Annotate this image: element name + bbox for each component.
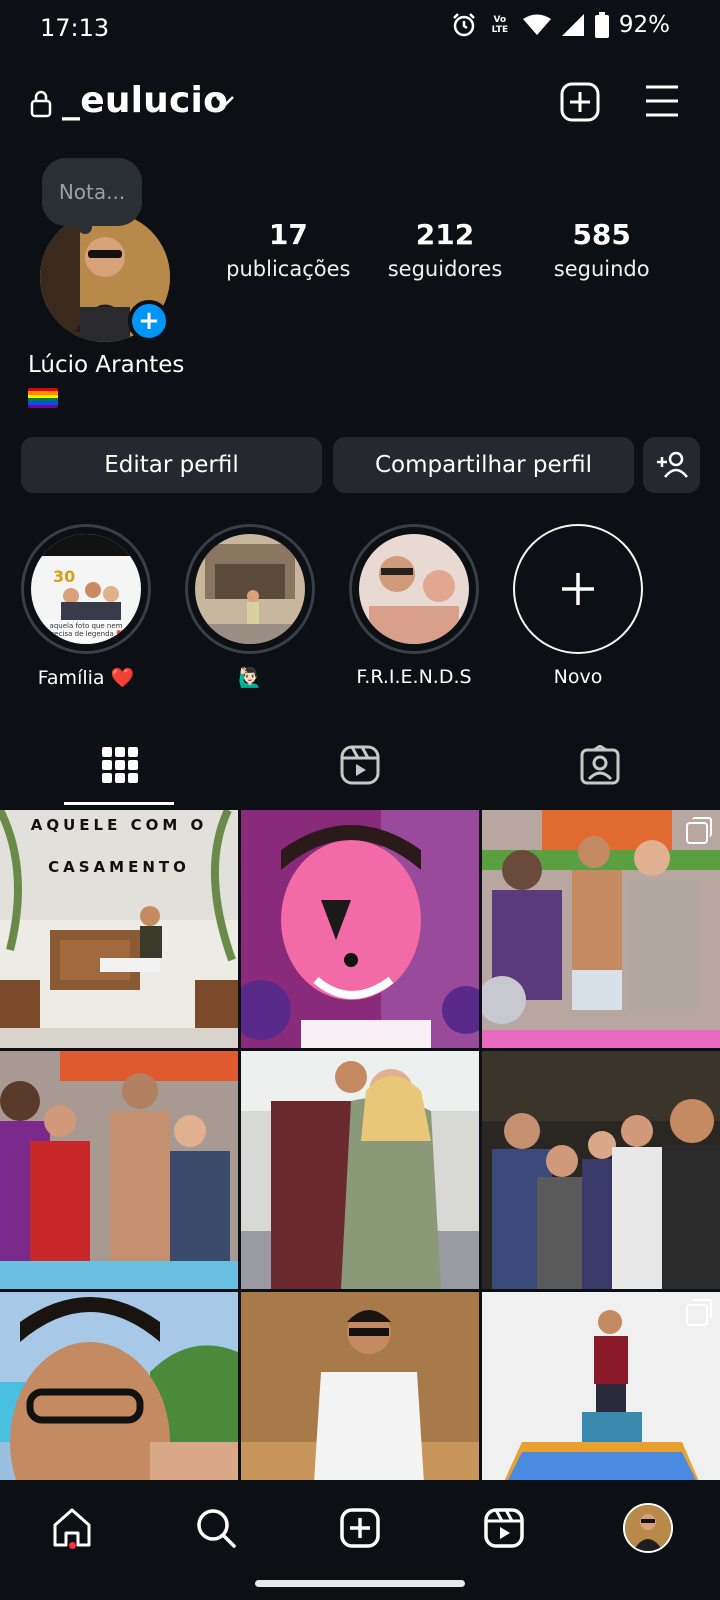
new-post-icon[interactable] [560,82,600,126]
profile-stats: 17 publicações 212 seguidores 585 seguin… [210,218,680,281]
profile-full-name: Lúcio Arantes [28,352,185,378]
status-icons: Vo LTE 92% [451,12,670,38]
stat-followers[interactable]: 212 seguidores [367,218,524,281]
grid-icon [102,747,138,783]
svg-text:30: 30 [53,567,75,586]
nav-home[interactable] [42,1498,102,1558]
username[interactable]: _eulucio [62,80,228,121]
highlight-cover [359,534,469,644]
menu-icon[interactable] [644,84,680,122]
rainbow-flag-icon [28,388,58,408]
highlight-cover-caption: aquela foto que nem precisa de legenda ❤… [47,622,125,638]
stat-followers-label: seguidores [387,257,503,281]
add-person-icon [656,451,688,478]
stat-following[interactable]: 585 seguindo [523,218,680,281]
add-story-button[interactable]: + [128,300,170,342]
lock-icon [30,90,52,122]
highlight-person[interactable]: 🙋🏻‍♂️ [180,524,320,689]
tab-grid[interactable] [0,725,240,805]
alarm-icon [451,12,477,38]
tagged-icon [580,745,620,785]
highlight-label: Família ❤️ [37,667,135,689]
highlight-familia[interactable]: 30 aquela foto que nem precisa de legend… [16,524,156,689]
nav-profile[interactable] [618,1498,678,1558]
battery-percent: 92% [618,12,670,38]
home-indicator[interactable] [255,1580,465,1587]
volte-icon: Vo LTE [491,15,509,35]
post-thumbnail[interactable] [482,810,720,1048]
stat-posts[interactable]: 17 publicações [210,218,367,281]
profile-header: _eulucio [0,70,720,138]
posts-grid: AQUELE COM O CASAMENTO [0,810,720,1530]
status-time: 17:13 [40,14,110,42]
battery-icon [594,12,609,38]
wifi-icon [522,14,551,36]
multiple-photos-icon [686,1299,712,1326]
nav-search[interactable] [186,1498,246,1558]
story-highlights: 30 aquela foto que nem precisa de legend… [0,524,720,694]
stat-posts-label: publicações [226,257,351,281]
post-thumbnail[interactable] [241,1051,479,1289]
search-icon [197,1509,236,1548]
stat-following-count: 585 [572,218,631,251]
highlight-label: 🙋🏻‍♂️ [238,667,262,689]
tab-reels[interactable] [240,725,480,805]
tab-tagged[interactable] [480,725,720,805]
post-thumbnail[interactable] [482,1051,720,1289]
post-thumbnail[interactable] [0,1051,238,1289]
edit-profile-button[interactable]: Editar perfil [21,437,322,493]
share-profile-button[interactable]: Compartilhar perfil [333,437,634,493]
nav-create[interactable] [330,1498,390,1558]
post-caption-line2: CASAMENTO [48,858,190,876]
highlight-cover: 30 aquela foto que nem precisa de legend… [31,534,141,644]
highlight-new[interactable]: Novo [508,524,648,688]
notification-dot [69,1542,76,1549]
profile-avatar-icon [623,1503,673,1553]
stat-posts-count: 17 [268,218,308,251]
post-thumbnail[interactable] [241,810,479,1048]
post-caption-line1: AQUELE COM O [30,816,208,834]
chevron-down-icon[interactable] [214,90,236,116]
note-bubble[interactable]: Nota... [42,158,142,226]
active-tab-indicator [64,802,174,805]
highlight-label: F.R.I.E.N.D.S [356,666,472,688]
create-icon [340,1508,380,1548]
highlight-label: Novo [553,666,603,688]
profile-tabs [0,725,720,805]
status-bar: 17:13 Vo LTE 92% [0,0,720,56]
post-thumbnail[interactable]: AQUELE COM O CASAMENTO [0,810,238,1048]
signal-icon [561,13,585,37]
nav-reels[interactable] [474,1498,534,1558]
profile-avatar[interactable]: + [40,212,170,342]
stat-followers-count: 212 [415,218,475,251]
reels-icon [340,745,380,785]
plus-icon [562,573,594,605]
highlight-cover [195,534,305,644]
reels-icon [484,1508,524,1548]
discover-people-button[interactable] [643,437,700,493]
stat-following-label: seguindo [553,257,650,281]
multiple-photos-icon [686,817,712,844]
highlight-friends[interactable]: F.R.I.E.N.D.S [344,524,484,688]
